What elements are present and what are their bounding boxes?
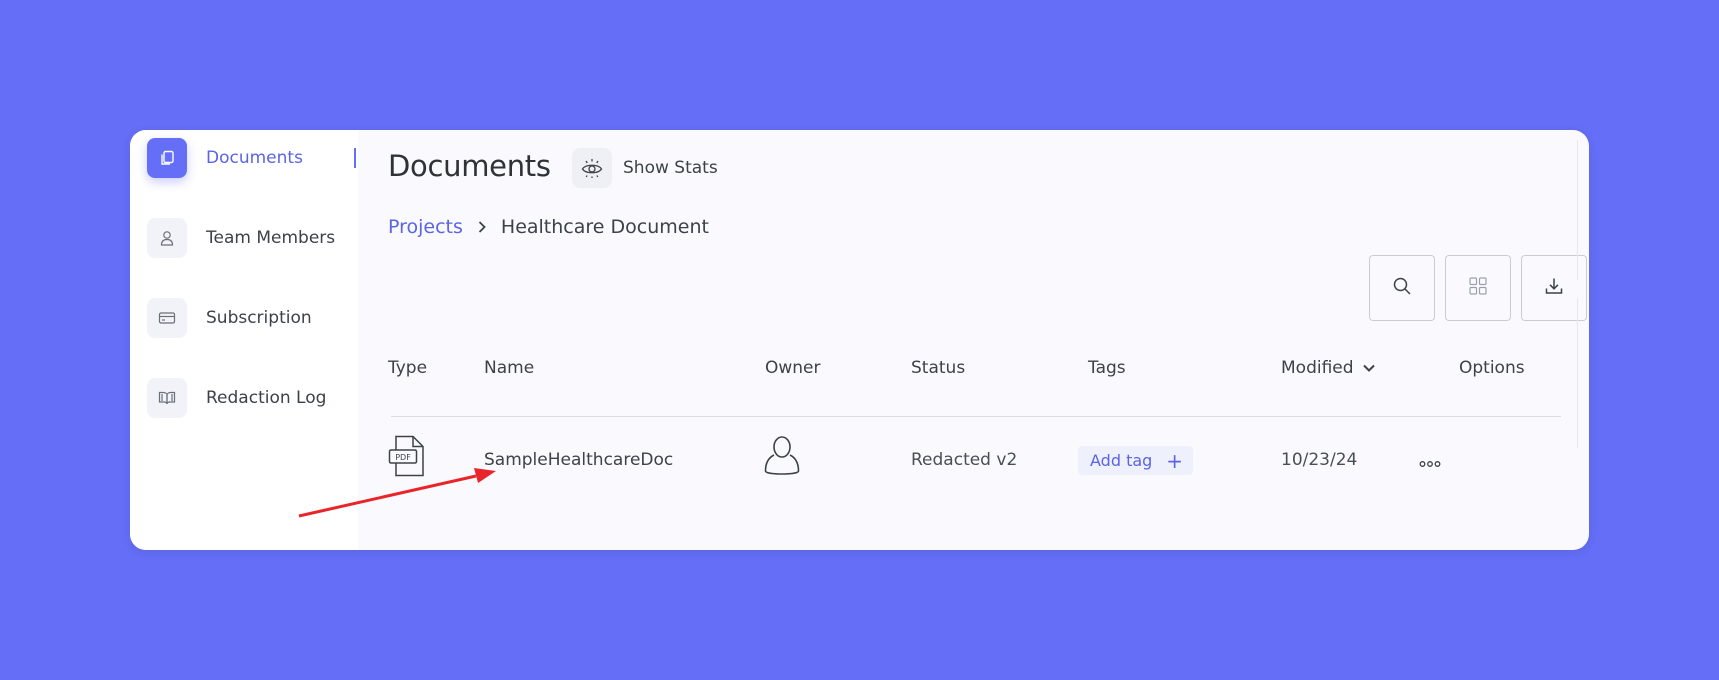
credit-card-icon	[147, 298, 187, 338]
column-header-modified[interactable]: Modified	[1281, 358, 1376, 378]
column-header-type: Type	[388, 358, 428, 378]
svg-text:PDF: PDF	[395, 453, 411, 462]
column-header-options: Options	[1459, 358, 1525, 378]
page-title: Documents	[388, 149, 551, 183]
chevron-right-icon	[477, 220, 487, 234]
scrollbar-track	[1577, 140, 1578, 280]
copy-icon	[147, 138, 187, 178]
add-tag-label: Add tag	[1090, 451, 1153, 470]
search-button[interactable]	[1369, 255, 1435, 321]
breadcrumb-projects-link[interactable]: Projects	[388, 216, 463, 238]
column-header-owner: Owner	[765, 358, 821, 378]
book-icon	[147, 378, 187, 418]
show-stats-label: Show Stats	[623, 158, 718, 178]
column-header-status: Status	[911, 358, 966, 378]
sidebar-item-team-members[interactable]: Team Members	[147, 218, 335, 258]
user-icon	[147, 218, 187, 258]
search-icon	[1392, 276, 1412, 300]
column-header-tags: Tags	[1088, 358, 1126, 378]
add-tag-button[interactable]: Add tag +	[1078, 446, 1194, 475]
modified-date: 10/23/24	[1281, 450, 1358, 470]
breadcrumb-current: Healthcare Document	[500, 216, 709, 238]
sidebar-item-documents[interactable]: Documents	[147, 138, 303, 178]
show-stats-button[interactable]: Show Stats	[572, 148, 718, 188]
sidebar-item-redaction-log[interactable]: Redaction Log	[147, 378, 326, 418]
sidebar: Documents Team Members Subscription Reda…	[130, 130, 358, 550]
app-window: Documents Team Members Subscription Reda…	[130, 130, 1589, 550]
pdf-file-icon: PDF	[388, 435, 428, 482]
chevron-down-icon	[1362, 363, 1376, 373]
download-icon	[1544, 276, 1564, 300]
scrollbar-track-lower	[1577, 298, 1578, 448]
active-indicator	[354, 148, 356, 168]
sidebar-item-subscription[interactable]: Subscription	[147, 298, 312, 338]
main-content: Documents Show Stats Projects Healthcare…	[358, 130, 1589, 550]
user-avatar-icon	[764, 435, 800, 482]
breadcrumb: Projects Healthcare Document	[388, 216, 709, 238]
sidebar-item-label: Documents	[206, 148, 303, 168]
status-text: Redacted v2	[911, 450, 1018, 470]
file-name-link[interactable]: SampleHealthcareDoc	[484, 450, 673, 470]
more-options-icon[interactable]	[1419, 453, 1441, 472]
grid-view-button[interactable]	[1445, 255, 1511, 321]
column-header-modified-label: Modified	[1281, 358, 1354, 378]
sidebar-item-label: Team Members	[206, 228, 336, 248]
table-row[interactable]: PDF SampleHealthcareDoc Redacted v2 Add …	[358, 417, 1589, 505]
eye-icon	[572, 148, 612, 188]
plus-icon: +	[1166, 448, 1184, 473]
column-header-name: Name	[484, 358, 535, 378]
sidebar-item-label: Subscription	[206, 308, 312, 328]
sidebar-item-label: Redaction Log	[206, 388, 327, 408]
grid-icon	[1468, 276, 1488, 300]
